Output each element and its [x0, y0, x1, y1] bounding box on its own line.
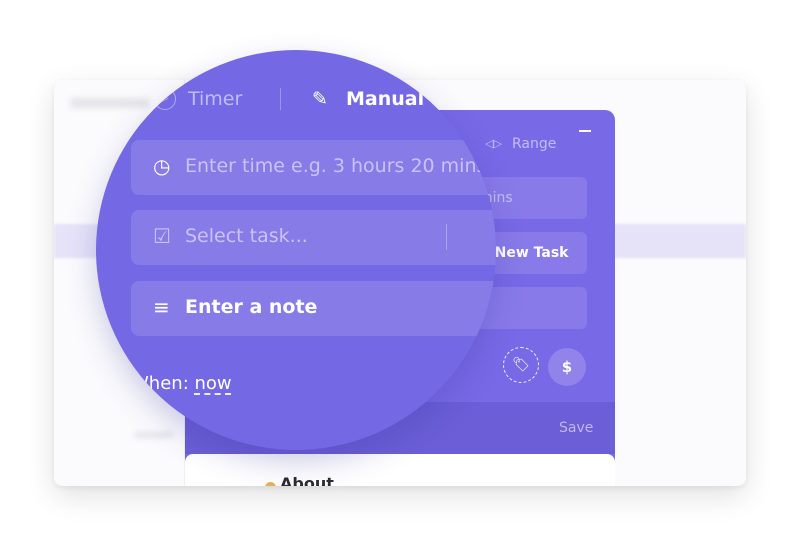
clock-icon: ◷ [153, 154, 171, 178]
when-row: When: now [131, 373, 232, 394]
checkbox-icon: ☑ [153, 224, 171, 248]
tab-timer[interactable]: Timer [188, 88, 242, 110]
magnifier-lens: ▷ Timer ✎ Manual ◷ Enter time e.g. 3 hou… [96, 50, 496, 450]
dollar-icon: $ [561, 358, 573, 376]
field-divider [446, 224, 447, 250]
tab-manual[interactable]: Manual [346, 88, 424, 110]
save-button[interactable]: Save [559, 420, 593, 436]
tag-button[interactable]: 🏷 [503, 347, 539, 383]
task-select[interactable]: ☑ Select task... [131, 210, 496, 265]
list-area: About [185, 454, 615, 486]
blurred-item [134, 432, 174, 438]
note-input[interactable]: ≡ Enter a note [131, 281, 496, 336]
status-dot [265, 482, 276, 486]
list-item-label[interactable]: About [280, 474, 334, 486]
play-circle-icon: ▷ [154, 88, 176, 110]
tab-divider [280, 88, 281, 110]
edit-icon: ✎ [312, 88, 328, 110]
when-label: When: [131, 373, 189, 394]
time-input-placeholder: Enter time e.g. 3 hours 20 mins [185, 155, 487, 177]
note-input-placeholder: Enter a note [185, 296, 318, 318]
blurred-header [70, 98, 150, 108]
when-value-link[interactable]: now [195, 373, 232, 394]
minimize-button[interactable] [579, 130, 591, 132]
align-left-icon: ≡ [153, 295, 170, 319]
task-select-placeholder: Select task... [185, 225, 308, 247]
time-input[interactable]: ◷ Enter time e.g. 3 hours 20 mins [131, 140, 496, 195]
tag-icon: 🏷 [512, 357, 530, 373]
billable-button[interactable]: $ [548, 348, 586, 386]
tab-range[interactable]: Range [512, 136, 556, 152]
